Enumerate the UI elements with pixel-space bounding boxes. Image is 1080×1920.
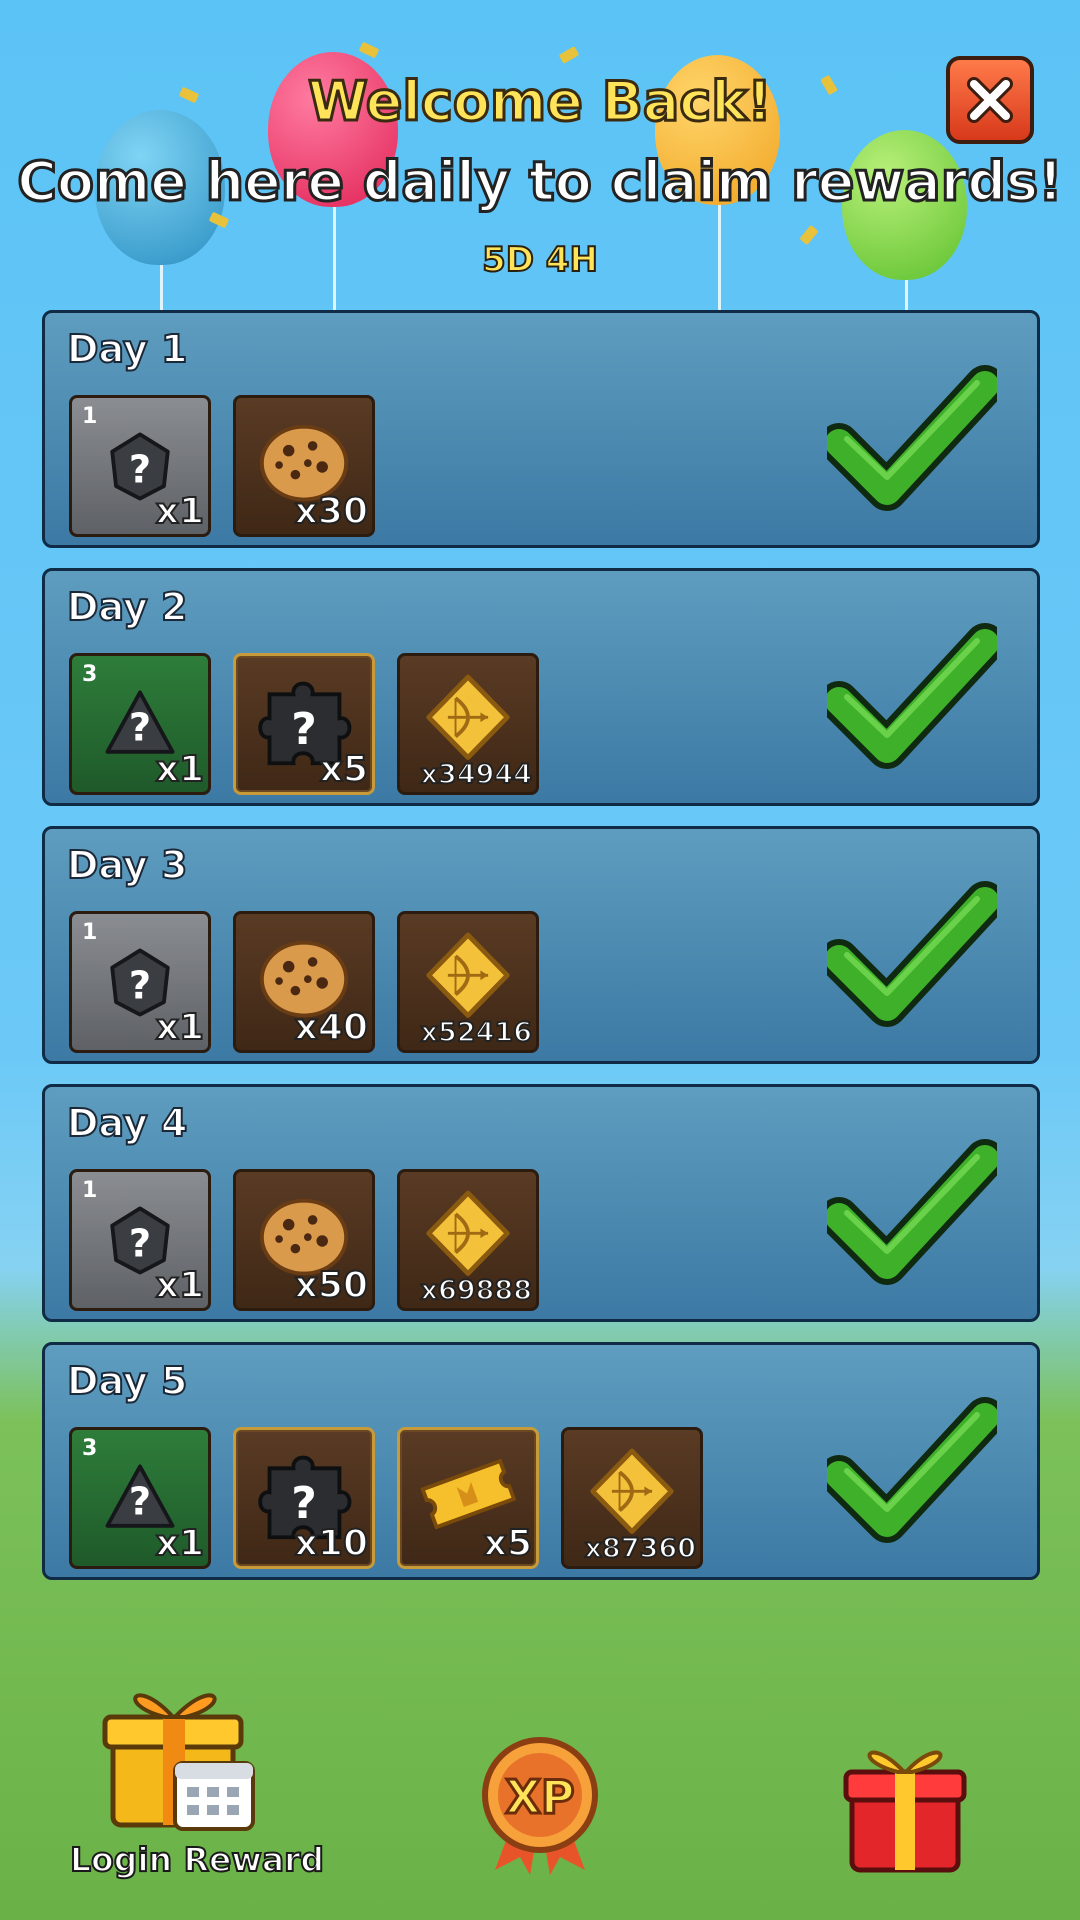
svg-text:?: ? bbox=[291, 704, 317, 755]
reward-tile[interactable]: x30 bbox=[233, 395, 375, 537]
reward-count: x5 bbox=[483, 1522, 533, 1565]
xp-badge-text: XP bbox=[505, 1770, 574, 1824]
reward-count: x1 bbox=[155, 1006, 205, 1049]
countdown-timer: 5D 4H bbox=[481, 239, 599, 281]
svg-text:?: ? bbox=[291, 1478, 317, 1529]
reward-tile[interactable]: x69888 bbox=[397, 1169, 539, 1311]
day-label: Day 2 bbox=[66, 584, 188, 630]
svg-text:?: ? bbox=[129, 1479, 151, 1524]
day-panel-5: Day 5? 3 x1? x10 x5 x87360 bbox=[42, 1342, 1040, 1580]
reward-count: x1 bbox=[155, 490, 205, 533]
reward-count: x40 bbox=[294, 1006, 369, 1049]
reward-count: x34944 bbox=[420, 758, 533, 791]
xp-badge-icon[interactable]: XP bbox=[475, 1735, 605, 1875]
reward-tile[interactable]: ? 1 x1 bbox=[69, 395, 211, 537]
reward-tile[interactable]: x5 bbox=[397, 1427, 539, 1569]
reward-tile[interactable]: ? x5 bbox=[233, 653, 375, 795]
day-label: Day 3 bbox=[66, 842, 188, 888]
reward-tile[interactable]: x87360 bbox=[561, 1427, 703, 1569]
gift-box-icon[interactable] bbox=[840, 1730, 970, 1875]
reward-count: x87360 bbox=[584, 1532, 697, 1565]
reward-tier: 1 bbox=[82, 920, 98, 945]
reward-items: ? 1 x1 x30 bbox=[69, 395, 375, 537]
reward-tile[interactable]: x40 bbox=[233, 911, 375, 1053]
reward-items: ? 3 x1? x10 x5 x87360 bbox=[69, 1427, 703, 1569]
close-button[interactable] bbox=[946, 56, 1034, 144]
reward-tile[interactable]: ? 1 x1 bbox=[69, 1169, 211, 1311]
reward-count: x1 bbox=[155, 1522, 205, 1565]
reward-tile[interactable]: x34944 bbox=[397, 653, 539, 795]
confetti bbox=[558, 46, 580, 64]
reward-tile[interactable]: x50 bbox=[233, 1169, 375, 1311]
svg-text:?: ? bbox=[129, 1221, 151, 1266]
reward-tier: 1 bbox=[82, 404, 98, 429]
day-panel-1: Day 1? 1 x1 x30 bbox=[42, 310, 1040, 548]
reward-tile[interactable]: x52416 bbox=[397, 911, 539, 1053]
reward-count: x30 bbox=[294, 490, 369, 533]
reward-tile[interactable]: ? x10 bbox=[233, 1427, 375, 1569]
reward-tile[interactable]: ? 3 x1 bbox=[69, 653, 211, 795]
subtitle: Come here daily to claim rewards! bbox=[16, 149, 1065, 215]
reward-count: x10 bbox=[294, 1522, 369, 1565]
login-reward-label: Login Reward bbox=[69, 1839, 325, 1880]
day-label: Day 4 bbox=[66, 1100, 188, 1146]
welcome-title: Welcome Back! bbox=[307, 69, 774, 135]
reward-count: x1 bbox=[155, 1264, 205, 1307]
confetti bbox=[358, 41, 380, 59]
day-panel-2: Day 2? 3 x1? x5 x34944 bbox=[42, 568, 1040, 806]
reward-items: ? 1 x1 x50 x69888 bbox=[69, 1169, 539, 1311]
reward-items: ? 1 x1 x40 x52416 bbox=[69, 911, 539, 1053]
reward-tile[interactable]: ? 1 x1 bbox=[69, 911, 211, 1053]
svg-text:?: ? bbox=[129, 447, 151, 492]
reward-count: x50 bbox=[294, 1264, 369, 1307]
reward-count: x69888 bbox=[420, 1274, 533, 1307]
reward-count: x1 bbox=[155, 748, 205, 791]
reward-tier: 3 bbox=[82, 662, 98, 687]
login-reward-gift-icon[interactable] bbox=[95, 1665, 265, 1835]
close-icon bbox=[967, 77, 1013, 123]
svg-text:?: ? bbox=[129, 705, 151, 750]
reward-tier: 3 bbox=[82, 1436, 98, 1461]
reward-items: ? 3 x1? x5 x34944 bbox=[69, 653, 539, 795]
reward-tile[interactable]: ? 3 x1 bbox=[69, 1427, 211, 1569]
svg-text:?: ? bbox=[129, 963, 151, 1008]
day-label: Day 5 bbox=[66, 1358, 188, 1404]
reward-count: x5 bbox=[319, 748, 369, 791]
day-label: Day 1 bbox=[66, 326, 188, 372]
day-panel-4: Day 4? 1 x1 x50 x69888 bbox=[42, 1084, 1040, 1322]
reward-count: x52416 bbox=[420, 1016, 533, 1049]
day-panel-3: Day 3? 1 x1 x40 x52416 bbox=[42, 826, 1040, 1064]
reward-tier: 1 bbox=[82, 1178, 98, 1203]
